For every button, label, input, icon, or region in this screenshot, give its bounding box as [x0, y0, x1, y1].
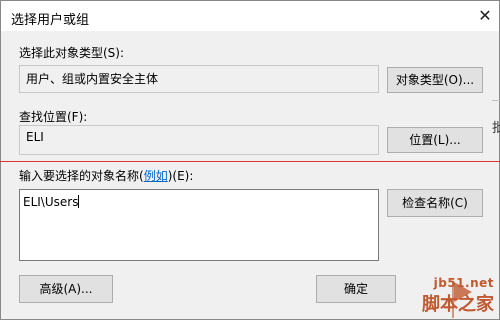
- location-label: 查找位置(F):: [19, 110, 88, 124]
- close-icon[interactable]: ✕: [471, 1, 499, 31]
- object-types-button[interactable]: 对象类型(O)...: [387, 67, 483, 93]
- location-field: ELI: [19, 125, 379, 155]
- object-type-label: 选择此对象类型(S):: [19, 46, 125, 60]
- examples-link[interactable]: 例如: [144, 169, 168, 183]
- advanced-button[interactable]: 高级(A)...: [19, 275, 113, 303]
- background-window-text: 批: [492, 121, 500, 136]
- watermark-name: 脚本之家: [422, 294, 494, 315]
- dialog-title: 选择用户或组: [11, 13, 90, 28]
- watermark: jb51.net 脚本之家: [422, 276, 494, 316]
- background-window-edge: [492, 100, 500, 101]
- title-bar[interactable]: 选择用户或组 ✕: [1, 1, 499, 31]
- annotation-line: [0, 161, 500, 162]
- object-type-field: 用户、组或内置安全主体: [19, 65, 379, 93]
- object-names-label-prefix: 输入要选择的对象名称(: [19, 169, 144, 183]
- object-names-input[interactable]: ELI\Users: [19, 189, 379, 261]
- object-names-value: ELI\Users: [23, 195, 79, 209]
- object-names-label-suffix: )(E):: [167, 169, 194, 183]
- ok-button[interactable]: 确定: [316, 275, 396, 303]
- text-caret: [78, 195, 80, 208]
- watermark-url: jb51.net: [433, 276, 494, 290]
- object-names-label: 输入要选择的对象名称(例如)(E):: [19, 167, 193, 184]
- locations-button[interactable]: 位置(L)...: [387, 127, 483, 153]
- select-users-groups-dialog: 选择用户或组 ✕ 选择此对象类型(S): 用户、组或内置安全主体 对象类型(O)…: [0, 0, 500, 320]
- location-value: ELI: [26, 130, 44, 144]
- check-names-button[interactable]: 检查名称(C): [387, 189, 483, 217]
- object-type-value: 用户、组或内置安全主体: [26, 72, 159, 86]
